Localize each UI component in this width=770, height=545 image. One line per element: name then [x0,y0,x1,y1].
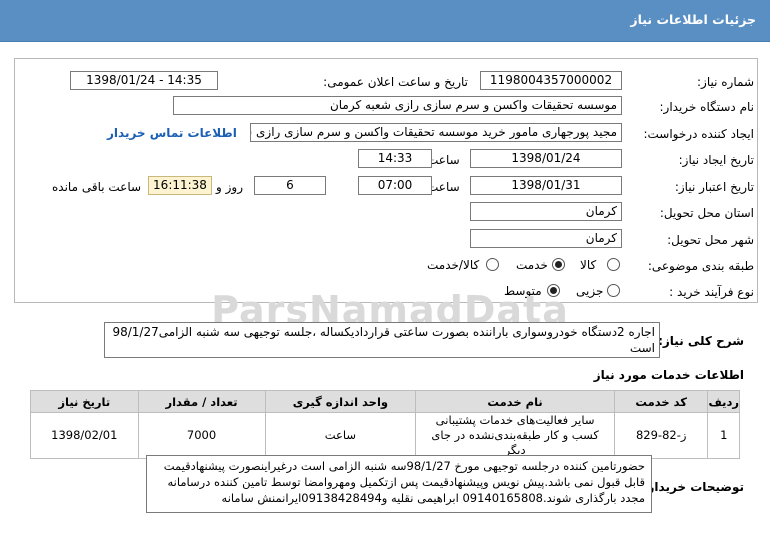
category-radio-service[interactable] [552,258,565,271]
table-row: 1 ز-82-829 سایر فعالیت‌های خدمات پشتیبان… [30,412,740,459]
cell-date: 1398/02/01 [30,412,139,459]
col-date: تاریخ نیاز [30,390,139,413]
col-row: ردیف [707,390,740,413]
cell-qty: 7000 [137,412,266,459]
process-label: نوع فرآیند خرید : [669,285,754,299]
services-header-row: ردیف کد خدمت نام خدمت واحد اندازه گیری ت… [30,390,740,413]
cell-name: سایر فعالیت‌های خدمات پشتیبانی کسب و کار… [415,412,615,459]
category-option-service: خدمت [516,258,548,272]
days-field: 6 [254,176,326,195]
city-field: کرمان [470,229,622,248]
category-label: طبقه بندی موضوعی: [647,259,754,273]
cell-unit: ساعت [264,412,417,459]
cell-row: 1 [707,412,740,459]
process-option-medium: متوسط [504,284,542,298]
need-number-label: شماره نیاز: [697,75,754,89]
cell-code: ز-82-829 [613,412,709,459]
need-number-field: 1198004357000002 [480,71,622,90]
created-date-label: تاریخ ایجاد نیاز: [678,153,754,167]
notes-field: حضورتامین کننده درجلسه توجیهی مورخ 98/1/… [146,455,652,513]
remaining-time-field: 16:11:38 [148,176,212,195]
remaining-label: ساعت باقی مانده [52,180,142,194]
province-label: استان محل تحویل: [659,206,754,220]
col-qty: تعداد / مقدار [137,390,266,413]
category-option-goods: کالا [580,258,597,272]
description-field: اجاره 2دستگاه خودروسواری بارانندە بصورت … [104,322,660,358]
col-name: نام خدمت [415,390,615,413]
province-field: کرمان [470,202,622,221]
creator-label: ایجاد کننده درخواست: [643,127,754,141]
days-label: روز و [216,180,243,194]
category-radio-goods-service[interactable] [486,258,499,271]
creator-field: مجید پورجهاری مامور خرید موسسه تحقیقات و… [250,123,622,142]
buyer-field: موسسه تحقیقات واکسن و سرم سازی رازی شعبه… [173,96,622,115]
buyer-contact-link[interactable]: اطلاعات تماس خریدار [107,126,237,140]
validity-date-field: 1398/01/31 [470,176,622,195]
page-title: جزئیات اطلاعات نیاز [630,12,756,27]
notes-label: توضیحات خریدار: [642,480,744,494]
announce-field: 1398/01/24 - 14:35 [70,71,218,90]
process-radio-medium[interactable] [547,284,560,297]
category-radio-goods[interactable] [607,258,620,271]
col-unit: واحد اندازه گیری [264,390,417,413]
services-table: ردیف کد خدمت نام خدمت واحد اندازه گیری ت… [30,390,740,459]
created-time-field: 14:33 [358,149,432,168]
created-date-field: 1398/01/24 [470,149,622,168]
col-code: کد خدمت [613,390,709,413]
validity-date-label: تاریخ اعتبار نیاز: [674,180,754,194]
announce-label: تاریخ و ساعت اعلان عمومی: [323,75,468,89]
header-bar: جزئیات اطلاعات نیاز [0,0,770,42]
city-label: شهر محل تحویل: [667,233,754,247]
validity-time-field: 07:00 [358,176,432,195]
category-option-goods-service: کالا/خدمت [427,258,480,272]
process-option-minor: جزیی [576,284,604,298]
process-radio-minor[interactable] [607,284,620,297]
description-label: شرح کلی نیاز: [658,334,744,348]
services-title: اطلاعات خدمات مورد نیاز [593,368,744,382]
buyer-label: نام دستگاه خریدار: [659,100,755,114]
